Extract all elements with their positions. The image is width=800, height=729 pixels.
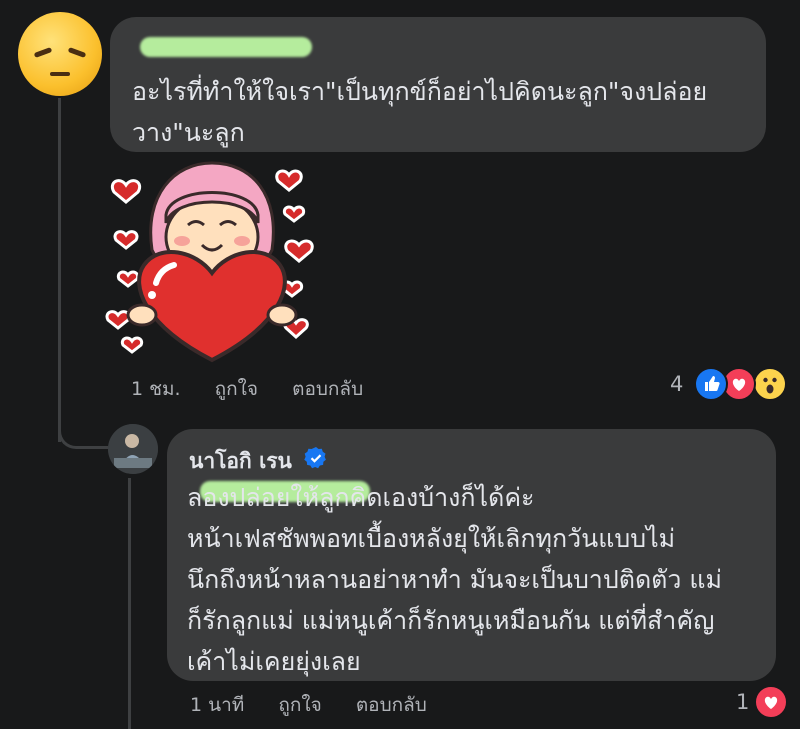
like-button[interactable]: ถูกใจ xyxy=(215,378,258,400)
small-heart xyxy=(284,239,314,263)
reply-timestamp[interactable]: 1 นาที xyxy=(190,694,244,716)
avatar-mouth xyxy=(50,72,70,76)
redacted-commenter-name[interactable] xyxy=(140,37,312,57)
girl-heart-sticker xyxy=(105,161,314,363)
reply-reaction-count[interactable]: 1 xyxy=(736,690,749,714)
small-heart xyxy=(282,205,306,223)
reply-text: ลองปล่อยให้ลูกคิดเองบ้างก็ได้ค่ะ หน้าเฟส… xyxy=(187,483,722,676)
reply-author-name[interactable]: นาโอกิ เรน xyxy=(189,445,292,478)
reply-author-avatar[interactable] xyxy=(108,424,158,474)
small-heart xyxy=(113,230,139,250)
thread-line xyxy=(58,98,61,442)
small-heart xyxy=(111,179,141,204)
commenter-avatar[interactable] xyxy=(18,12,102,96)
reply-bubble: นาโอกิ เรน ลองปล่อยให้ลูกคิดเองบ้างก็ได้… xyxy=(167,429,776,681)
thread-connector xyxy=(58,410,111,449)
verified-badge-icon xyxy=(304,447,326,469)
like-icon[interactable] xyxy=(694,367,728,401)
comment-bubble: อะไรที่ทำให้ใจเรา"เป็นทุกข์ก็อย่าไปคิดนะ… xyxy=(110,17,766,152)
comment-timestamp[interactable]: 1 ชม. xyxy=(131,378,181,400)
reply-actions: 1 นาที ถูกใจ ตอบกลับ xyxy=(190,690,455,720)
like-button[interactable]: ถูกใจ xyxy=(278,694,321,716)
love-icon[interactable] xyxy=(754,685,788,719)
avatar-eye-right xyxy=(67,47,87,58)
comment-actions: 1 ชม. ถูกใจ ตอบกลับ xyxy=(131,374,391,404)
small-heart xyxy=(116,270,140,288)
reply-button[interactable]: ตอบกลับ xyxy=(292,378,363,400)
small-heart xyxy=(120,336,144,354)
comment-text: อะไรที่ทำให้ใจเรา"เป็นทุกข์ก็อย่าไปคิดนะ… xyxy=(132,77,708,147)
reply-thread-line xyxy=(128,478,131,729)
small-heart xyxy=(105,310,131,330)
reaction-count[interactable]: 4 xyxy=(670,372,683,396)
reply-button[interactable]: ตอบกลับ xyxy=(356,694,427,716)
small-heart xyxy=(275,169,303,192)
wow-icon[interactable] xyxy=(753,367,787,401)
avatar-eye-left xyxy=(33,47,53,58)
